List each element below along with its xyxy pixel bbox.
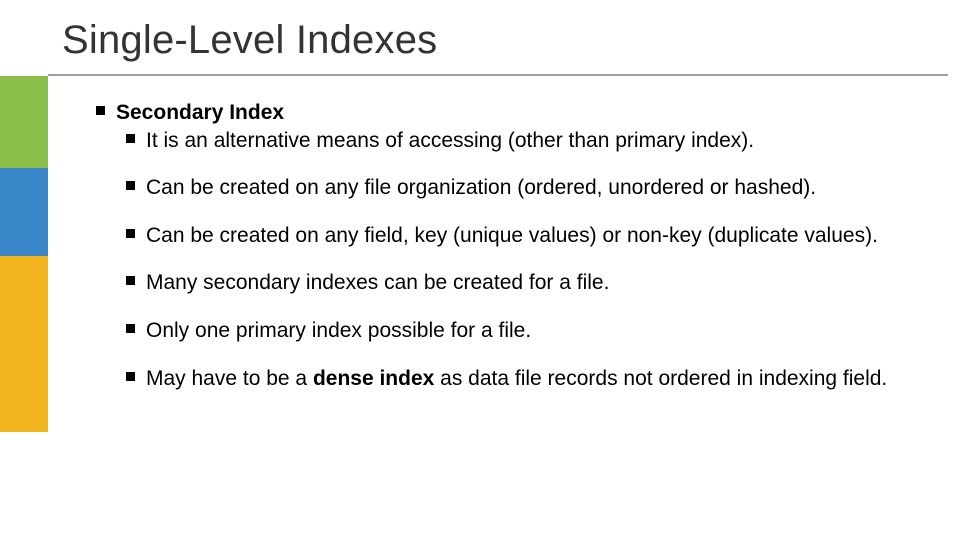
list-item: Many secondary indexes can be created fo…	[126, 270, 920, 296]
list-item-text: Can be created on any field, key (unique…	[146, 224, 878, 247]
list-item: It is an alternative means of accessing …	[126, 128, 920, 154]
list-item-text-part: as data file records not ordered in inde…	[434, 367, 887, 390]
square-bullet-icon	[126, 229, 135, 238]
list-item: May have to be a dense index as data fil…	[126, 366, 920, 392]
list-item-text: Can be created on any file organization …	[146, 176, 816, 199]
square-bullet-icon	[126, 134, 135, 143]
content-area: Secondary Index It is an alternative mea…	[96, 100, 920, 391]
slide-root: Single-Level Indexes Secondary Index It …	[0, 0, 960, 540]
slide-title: Single-Level Indexes	[62, 18, 437, 63]
sidebar-color-bar	[0, 76, 48, 540]
list-item-bold: dense index	[313, 367, 434, 390]
square-bullet-icon	[126, 181, 135, 190]
sidebar-white-block	[0, 432, 48, 540]
sidebar-yellow-block	[0, 256, 48, 432]
sidebar-green-block	[0, 76, 48, 168]
sidebar-blue-block	[0, 168, 48, 256]
square-bullet-icon	[96, 106, 105, 115]
square-bullet-icon	[126, 324, 135, 333]
list-item: Can be created on any field, key (unique…	[126, 223, 920, 249]
bullet-list: It is an alternative means of accessing …	[96, 128, 920, 392]
square-bullet-icon	[126, 372, 135, 381]
list-item-text: It is an alternative means of accessing …	[146, 129, 754, 152]
list-item: Can be created on any file organization …	[126, 175, 920, 201]
heading-secondary-index: Secondary Index	[96, 100, 920, 126]
square-bullet-icon	[126, 276, 135, 285]
list-item: Only one primary index possible for a fi…	[126, 318, 920, 344]
list-item-text-part: May have to be a	[146, 367, 313, 390]
list-item-text: Many secondary indexes can be created fo…	[146, 271, 609, 294]
list-item-text: Only one primary index possible for a fi…	[146, 319, 531, 342]
heading-text: Secondary Index	[116, 101, 284, 124]
title-underline	[48, 74, 948, 76]
